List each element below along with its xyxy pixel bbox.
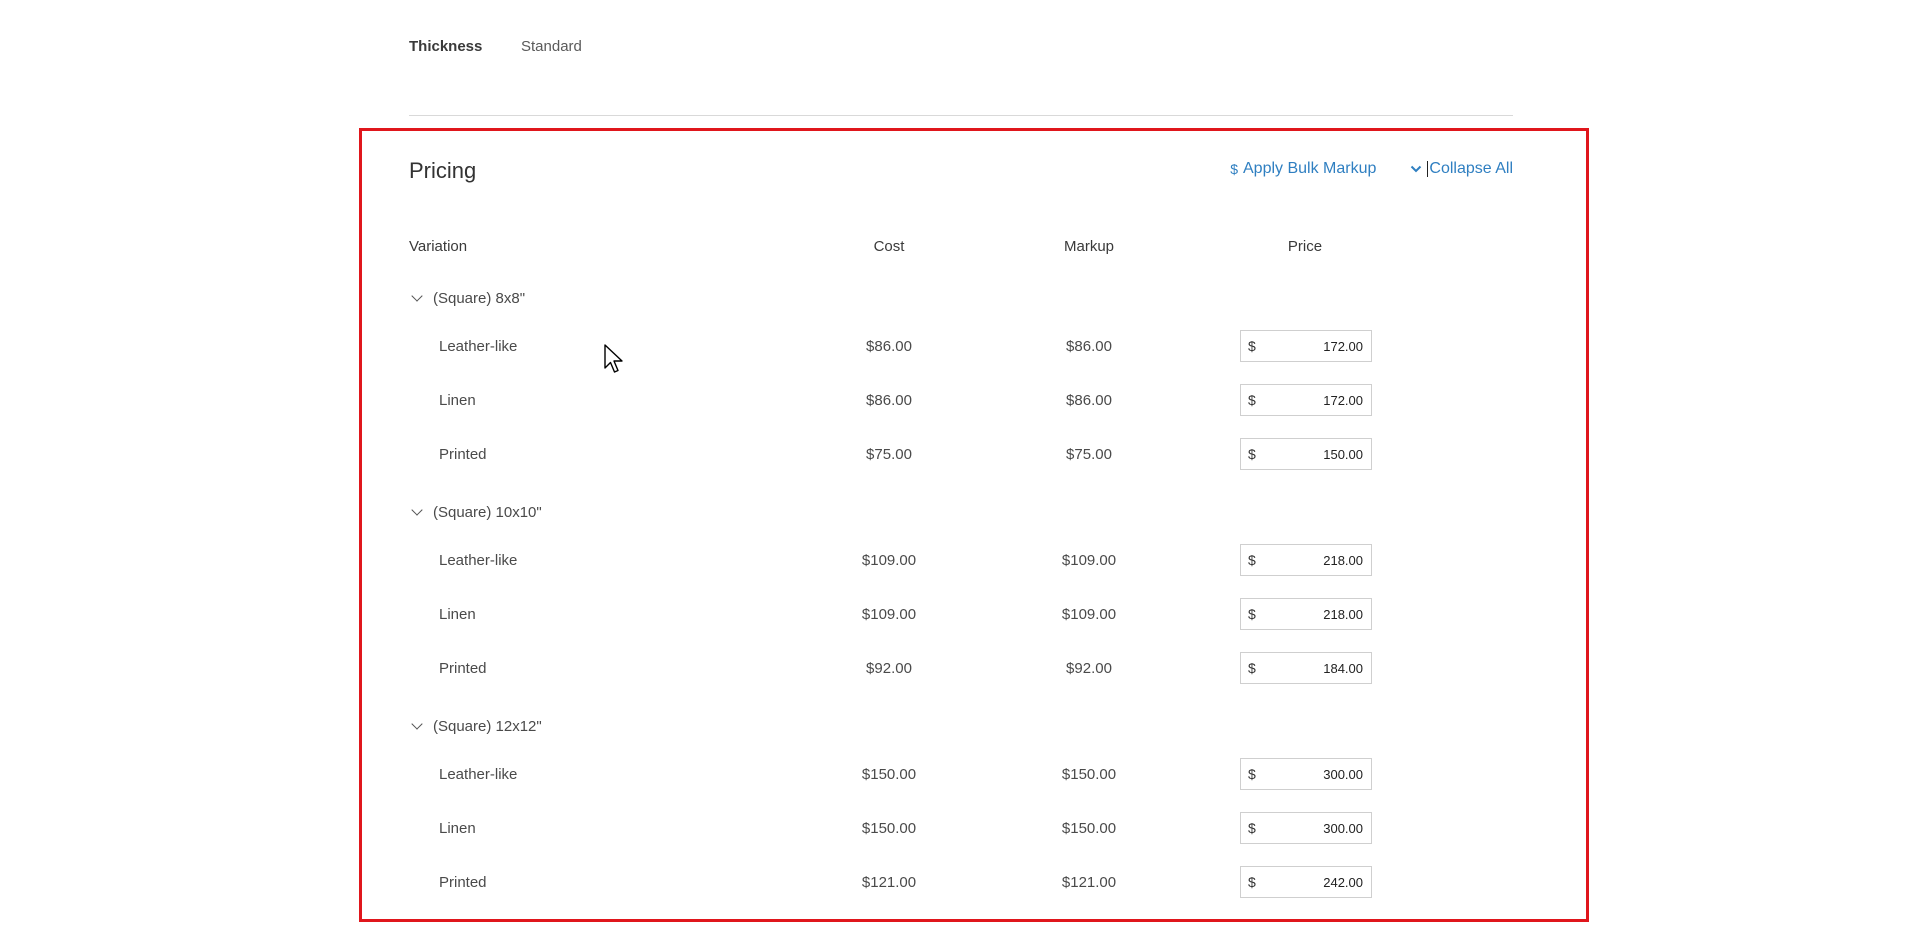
table-row: Printed $75.00 $75.00 $ [409,438,1513,472]
markup-value: $109.00 [1061,552,1117,569]
header-variation: Variation [409,238,468,255]
price-field[interactable]: $ [1240,866,1372,898]
group-toggle[interactable]: (Square) 12x12" [409,715,542,737]
variation-name: Printed [439,660,487,677]
price-field[interactable]: $ [1240,330,1372,362]
price-field[interactable]: $ [1240,438,1372,470]
apply-bulk-markup-button[interactable]: $ Apply Bulk Markup [1230,160,1376,178]
currency-symbol: $ [1248,392,1256,408]
variation-name: Printed [439,874,487,891]
currency-symbol: $ [1248,766,1256,782]
thickness-label: Thickness [409,38,483,55]
apply-bulk-markup-label: Apply Bulk Markup [1243,160,1377,177]
currency-symbol: $ [1248,552,1256,568]
price-field[interactable]: $ [1240,598,1372,630]
chevron-down-icon [411,504,423,516]
table-row: Linen $150.00 $150.00 $ [409,812,1513,846]
text-caret [1427,161,1429,177]
section-divider [409,115,1513,116]
collapse-all-label: Collapse All [1429,160,1513,177]
cost-value: $109.00 [861,606,917,623]
chevron-down-icon [1411,165,1422,173]
group-toggle[interactable]: (Square) 10x10" [409,501,542,523]
header-price: Price [1287,238,1323,255]
price-input[interactable] [1268,551,1371,569]
price-input[interactable] [1268,337,1371,355]
cost-value: $150.00 [861,766,917,783]
cost-value: $92.00 [866,660,912,677]
cost-value: $86.00 [866,392,912,409]
group-label: (Square) 12x12" [433,717,542,735]
table-row: Printed $92.00 $92.00 $ [409,652,1513,686]
table-header: Variation Cost Markup Price [409,238,1513,258]
variation-name: Leather-like [439,338,518,355]
variation-name: Linen [439,820,476,837]
variation-name: Leather-like [439,766,518,783]
collapse-all-button[interactable]: Collapse All [1410,160,1513,178]
price-input[interactable] [1268,605,1371,623]
price-field[interactable]: $ [1240,812,1372,844]
markup-value: $150.00 [1061,766,1117,783]
currency-symbol: $ [1248,660,1256,676]
variation-name: Leather-like [439,552,518,569]
group-toggle[interactable]: (Square) 8x8" [409,287,525,309]
price-input[interactable] [1268,445,1371,463]
markup-value: $75.00 [1066,446,1112,463]
table-row: Leather-like $109.00 $109.00 $ [409,544,1513,578]
cost-value: $75.00 [866,446,912,463]
price-input[interactable] [1268,765,1371,783]
page: Thickness Standard Pricing $ Apply Bulk … [0,0,1913,934]
price-field[interactable]: $ [1240,544,1372,576]
markup-value: $92.00 [1066,660,1112,677]
cost-value: $150.00 [861,820,917,837]
variation-name: Linen [439,392,476,409]
markup-value: $109.00 [1061,606,1117,623]
thickness-value: Standard [521,38,582,55]
markup-value: $86.00 [1066,392,1112,409]
currency-symbol: $ [1248,820,1256,836]
variation-name: Linen [439,606,476,623]
currency-symbol: $ [1248,606,1256,622]
table-row: Printed $121.00 $121.00 $ [409,866,1513,900]
table-row: Leather-like $86.00 $86.00 $ [409,330,1513,364]
price-field[interactable]: $ [1240,758,1372,790]
currency-symbol: $ [1248,338,1256,354]
dollar-icon: $ [1230,161,1238,177]
spec-thickness-row: Thickness Standard [409,38,582,55]
cost-value: $121.00 [861,874,917,891]
price-input[interactable] [1268,819,1371,837]
price-field[interactable]: $ [1240,384,1372,416]
header-cost: Cost [873,238,905,255]
markup-value: $86.00 [1066,338,1112,355]
table-row: Linen $86.00 $86.00 $ [409,384,1513,418]
price-input[interactable] [1268,659,1371,677]
currency-symbol: $ [1248,874,1256,890]
mouse-pointer-icon [604,344,623,373]
chevron-down-icon [411,290,423,302]
chevron-down-icon [411,718,423,730]
group-label: (Square) 10x10" [433,503,542,521]
price-field[interactable]: $ [1240,652,1372,684]
price-input[interactable] [1268,873,1371,891]
pricing-title: Pricing [409,158,477,183]
currency-symbol: $ [1248,446,1256,462]
table-row: Linen $109.00 $109.00 $ [409,598,1513,632]
pricing-actions: $ Apply Bulk Markup Collapse All [1230,160,1513,178]
table-row: Leather-like $150.00 $150.00 $ [409,758,1513,792]
variation-name: Printed [439,446,487,463]
cost-value: $86.00 [866,338,912,355]
header-markup: Markup [1063,238,1115,255]
group-label: (Square) 8x8" [433,289,526,307]
markup-value: $121.00 [1061,874,1117,891]
markup-value: $150.00 [1061,820,1117,837]
cost-value: $109.00 [861,552,917,569]
price-input[interactable] [1268,391,1371,409]
